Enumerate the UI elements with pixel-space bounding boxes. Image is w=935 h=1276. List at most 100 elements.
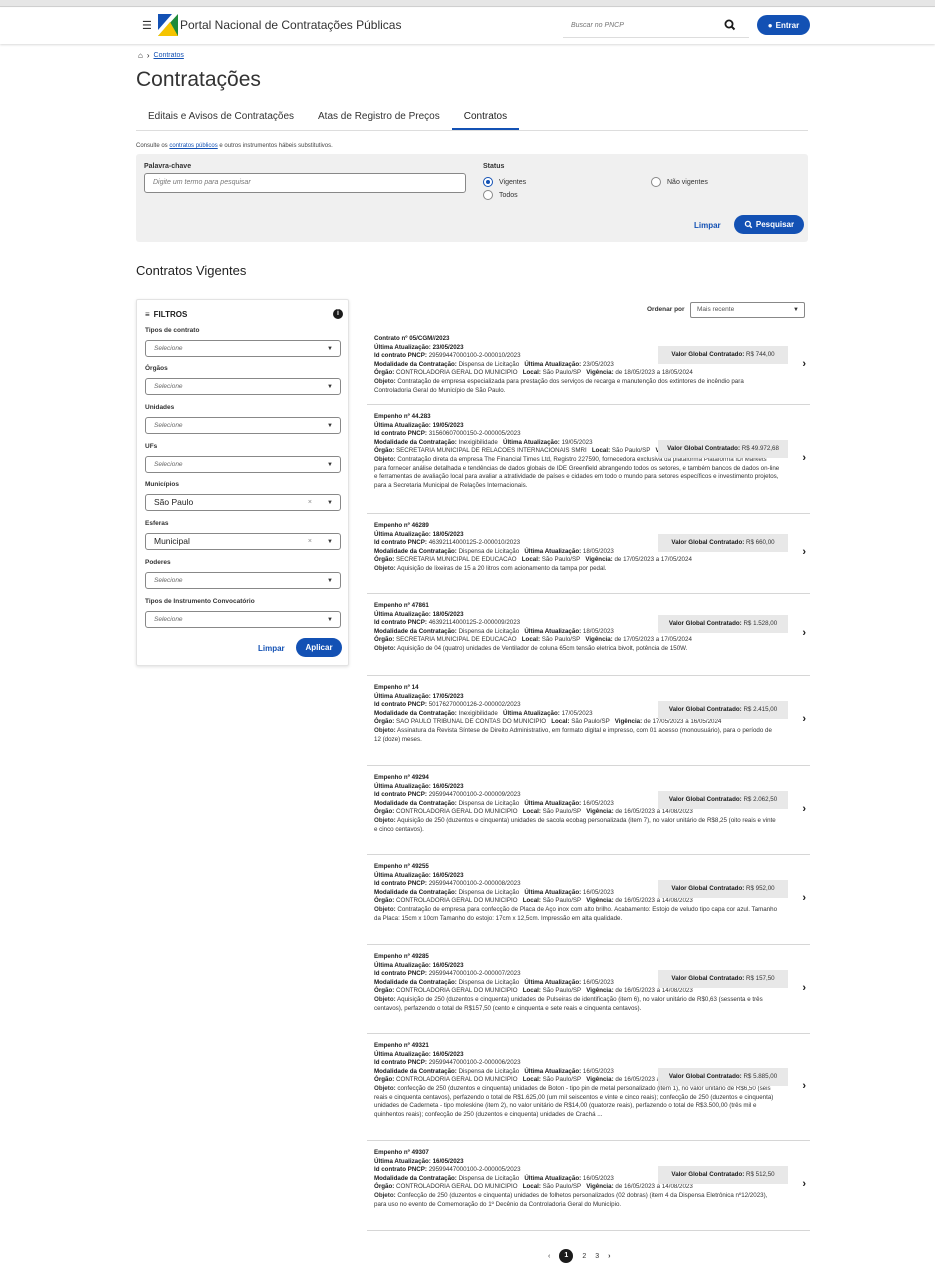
chevron-right-icon[interactable]: › xyxy=(802,1080,806,1092)
prev-page-icon[interactable]: ‹ xyxy=(548,1253,550,1260)
filter-value: Selecione xyxy=(154,577,183,584)
result-updated: Última Atualização: 16/05/2023 xyxy=(374,782,464,790)
contratos-publicos-link[interactable]: contratos públicos xyxy=(169,143,217,149)
chevron-right-icon[interactable]: › xyxy=(802,452,806,464)
result-title[interactable]: Empenho nº 49294 xyxy=(374,774,780,783)
filter-value: Selecione xyxy=(154,461,183,468)
result-title[interactable]: Contrato nº 05/CGM//2023 xyxy=(374,335,780,344)
search-icon xyxy=(744,220,753,229)
info-icon[interactable]: i xyxy=(333,309,343,319)
filter-select-tipos-contrato[interactable]: Selecione ▼ xyxy=(145,340,341,357)
chevron-right-icon[interactable]: › xyxy=(802,627,806,639)
apply-filters-button[interactable]: Aplicar xyxy=(296,638,342,657)
radio-checked-icon[interactable] xyxy=(483,177,493,187)
label: Vigência xyxy=(614,718,641,726)
search-icon[interactable] xyxy=(723,18,737,32)
label: Última Atualização xyxy=(524,799,580,807)
filter-value: Selecione xyxy=(154,422,183,429)
value: São Paulo/SP xyxy=(542,897,582,905)
result-title[interactable]: Empenho nº 49321 xyxy=(374,1042,780,1051)
result-title[interactable]: Empenho nº 47861 xyxy=(374,602,780,611)
pncp-logo[interactable] xyxy=(158,14,178,36)
filter-select-esferas[interactable]: Municipal × ▼ xyxy=(145,533,341,550)
status-nao-vigentes-radio[interactable]: Não vigentes xyxy=(651,177,708,187)
label: Valor Global Contratado xyxy=(671,975,743,982)
result-card[interactable]: Empenho nº 49307 Última Atualização: 16/0… xyxy=(367,1141,810,1231)
filter-label-esferas: Esferas xyxy=(145,520,169,527)
search-button[interactable]: Pesquisar xyxy=(734,215,804,234)
radio-unchecked-icon[interactable] xyxy=(483,190,493,200)
keyword-input[interactable]: Digite um termo para pesquisar xyxy=(144,173,466,193)
clear-icon[interactable]: × xyxy=(308,534,312,549)
portal-title[interactable]: Portal Nacional de Contratações Públicas xyxy=(180,18,401,32)
tab-atas[interactable]: Atas de Registro de Preços xyxy=(306,104,452,130)
result-title[interactable]: Empenho nº 44.283 xyxy=(374,413,780,422)
page-2[interactable]: 2 xyxy=(582,1253,586,1260)
consult-prefix: Consulte os xyxy=(136,143,170,149)
value: 16/05/2023 xyxy=(582,1067,614,1075)
order-select[interactable]: Mais recente ▼ xyxy=(690,302,805,318)
clear-search-button[interactable]: Limpar xyxy=(694,221,721,230)
search-button-label: Pesquisar xyxy=(755,220,795,229)
label: Local xyxy=(551,718,568,726)
chevron-right-icon[interactable]: › xyxy=(802,1178,806,1190)
label: Última Atualização xyxy=(374,1050,429,1058)
clear-filters-button[interactable]: Limpar xyxy=(258,644,285,653)
home-icon[interactable]: ⌂ xyxy=(138,51,143,60)
result-title[interactable]: Empenho nº 14 xyxy=(374,684,780,693)
value: São Paulo/SP xyxy=(542,1183,582,1191)
value: Dispensa de Licitação xyxy=(458,978,520,986)
radio-unchecked-icon[interactable] xyxy=(651,177,661,187)
value: de 17/05/2023 a 16/05/2024 xyxy=(643,718,722,726)
result-card[interactable]: Empenho nº 46289 Última Atualização: 18/0… xyxy=(367,514,810,594)
result-title[interactable]: Empenho nº 46289 xyxy=(374,522,780,531)
tab-bar: Editais e Avisos de Contratações Atas de… xyxy=(136,104,808,131)
result-title[interactable]: Empenho nº 49255 xyxy=(374,863,780,872)
next-page-icon[interactable]: › xyxy=(608,1253,610,1260)
result-card[interactable]: Empenho nº 49255 Última Atualização: 16/0… xyxy=(367,855,810,945)
clear-icon[interactable]: × xyxy=(308,495,312,510)
result-card[interactable]: Empenho nº 49294 Última Atualização: 16/0… xyxy=(367,766,810,855)
result-card[interactable]: Contrato nº 05/CGM//2023 Última Atualizaç… xyxy=(367,327,810,405)
filter-select-instrumento[interactable]: Selecione ▼ xyxy=(145,611,341,628)
filter-select-unidades[interactable]: Selecione ▼ xyxy=(145,417,341,434)
chevron-down-icon: ▼ xyxy=(793,307,799,313)
value: 16/05/2023 xyxy=(582,799,614,807)
chevron-right-icon[interactable]: › xyxy=(802,892,806,904)
breadcrumb-contratos[interactable]: Contratos xyxy=(154,52,184,59)
result-card[interactable]: Empenho nº 49285 Última Atualização: 16/0… xyxy=(367,945,810,1034)
tab-contratos[interactable]: Contratos xyxy=(451,104,520,130)
page-1[interactable]: 1 xyxy=(559,1249,574,1263)
result-card[interactable]: Empenho nº 49321 Última Atualização: 16/0… xyxy=(367,1034,810,1141)
filter-select-ufs[interactable]: Selecione ▼ xyxy=(145,456,341,473)
login-button[interactable]: ● Entrar xyxy=(757,15,810,35)
filter-select-orgaos[interactable]: Selecione ▼ xyxy=(145,378,341,395)
chevron-right-icon[interactable]: › xyxy=(802,982,806,994)
browser-top-strip xyxy=(0,0,935,7)
chevron-right-icon[interactable]: › xyxy=(802,713,806,725)
result-title[interactable]: Empenho nº 49285 xyxy=(374,953,780,962)
filter-select-poderes[interactable]: Selecione ▼ xyxy=(145,572,341,589)
label: Modalidade da Contratação xyxy=(374,978,455,986)
result-title[interactable]: Empenho nº 49307 xyxy=(374,1149,780,1158)
result-card[interactable]: Empenho nº 14 Última Atualização: 17/05/2… xyxy=(367,676,810,766)
label: Id contrato PNCP xyxy=(374,430,425,438)
global-search-input[interactable] xyxy=(563,14,713,36)
label: Órgão xyxy=(374,1183,393,1191)
status-todos-radio[interactable]: Todos xyxy=(483,190,518,200)
filter-label-instrumento: Tipos de Instrumento Convocatório xyxy=(145,598,255,605)
global-search[interactable] xyxy=(563,14,749,38)
chevron-right-icon[interactable]: › xyxy=(802,803,806,815)
menu-icon[interactable]: ☰ xyxy=(142,19,152,32)
status-vigentes-radio[interactable]: Vigentes xyxy=(483,177,526,187)
result-card[interactable]: Empenho nº 44.283 Última Atualização: 19/… xyxy=(367,405,810,514)
label: Vigência xyxy=(586,987,612,995)
result-card[interactable]: Empenho nº 47861 Última Atualização: 18/0… xyxy=(367,594,810,676)
label: Última Atualização xyxy=(524,978,580,986)
chevron-right-icon[interactable]: › xyxy=(802,546,806,558)
filter-select-municipios[interactable]: São Paulo × ▼ xyxy=(145,494,341,511)
chevron-right-icon[interactable]: › xyxy=(802,358,806,370)
tab-editais[interactable]: Editais e Avisos de Contratações xyxy=(136,104,306,130)
page-3[interactable]: 3 xyxy=(595,1253,599,1260)
value: Aquisição de lixeiras de 15 a 20 litros … xyxy=(397,564,607,572)
